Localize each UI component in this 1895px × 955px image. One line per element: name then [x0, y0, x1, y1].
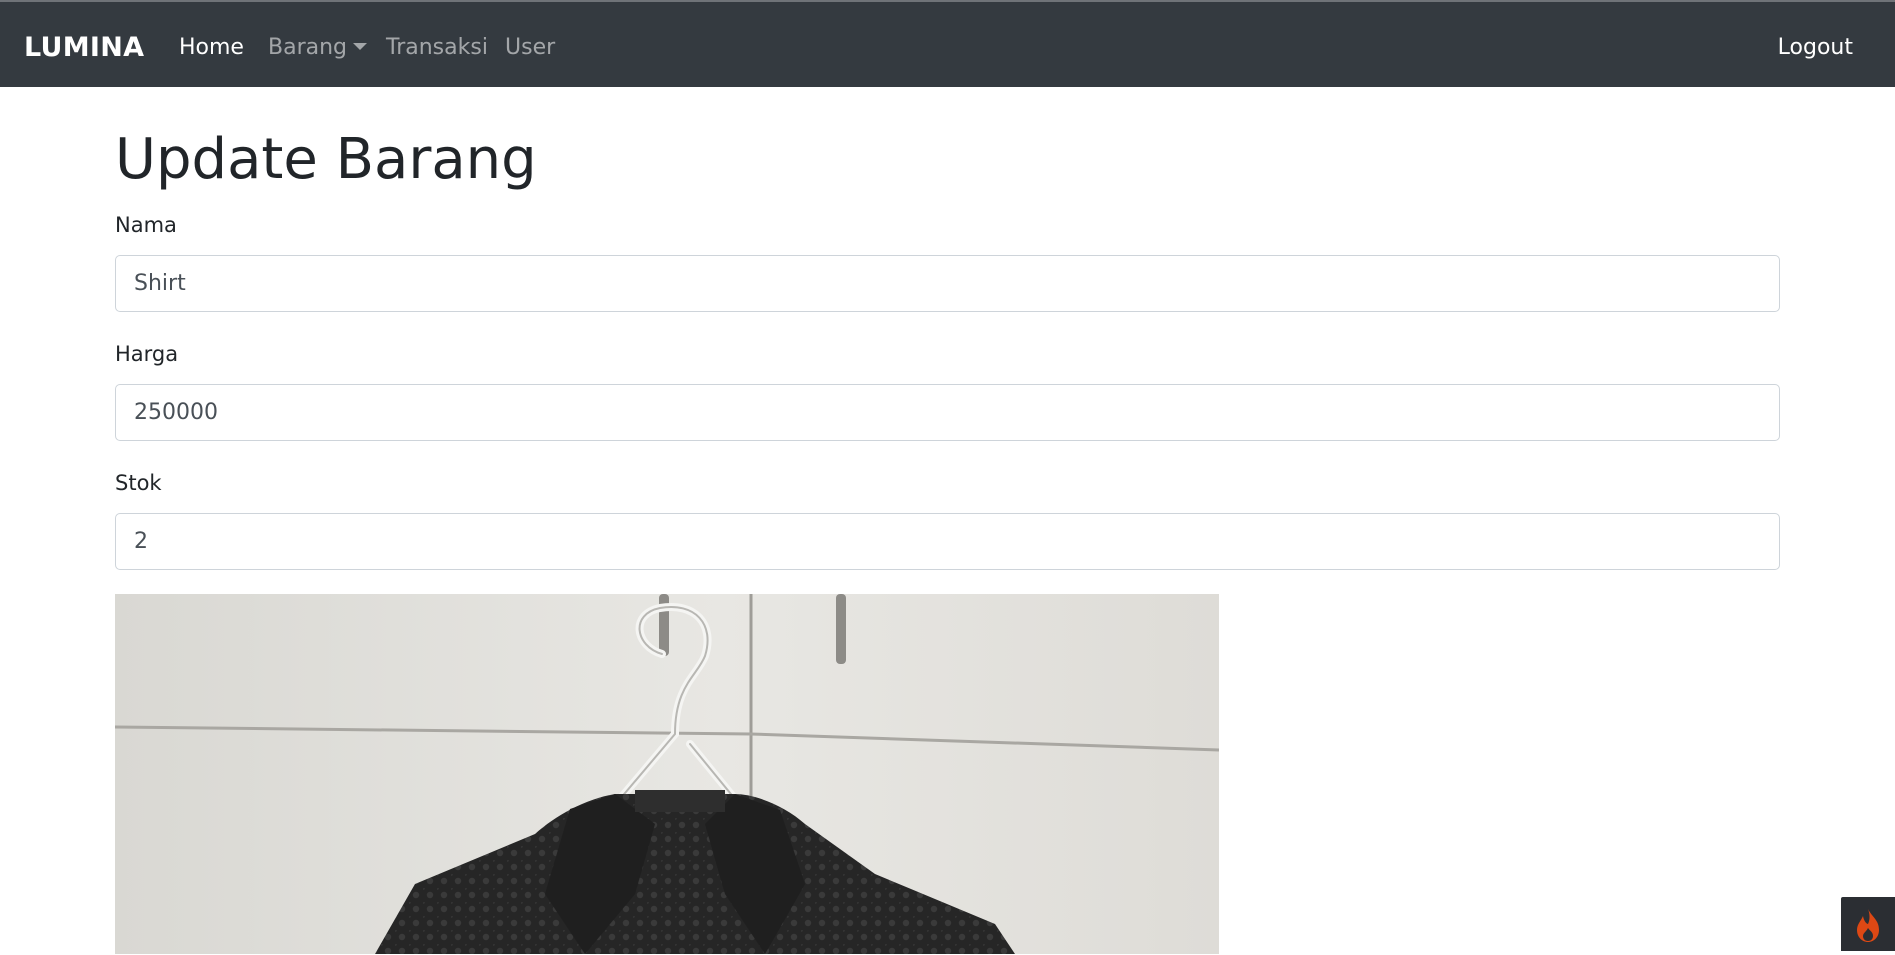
debug-toolbar-button[interactable]: [1841, 897, 1895, 951]
nav-item-transaksi[interactable]: Transaksi: [386, 35, 488, 60]
nav-item-barang-label: Barang: [268, 35, 348, 60]
product-image: [115, 594, 1219, 954]
nama-input[interactable]: Shirt: [115, 255, 1780, 312]
nav-item-user[interactable]: User: [505, 35, 555, 60]
flame-icon: [1857, 909, 1879, 942]
harga-input[interactable]: 250000: [115, 384, 1780, 441]
nav-item-barang[interactable]: Barang: [268, 35, 368, 60]
nama-label: Nama: [115, 213, 177, 237]
harga-label: Harga: [115, 342, 179, 366]
logout-link[interactable]: Logout: [1778, 35, 1853, 60]
brand-logo[interactable]: LUMINA: [24, 32, 144, 63]
nav-item-home[interactable]: Home: [179, 35, 244, 60]
stok-input[interactable]: 2: [115, 513, 1780, 570]
page-title: Update Barang: [115, 127, 537, 192]
shirt-on-hanger-photo: [115, 594, 1219, 954]
caret-down-icon: [353, 43, 368, 50]
navbar: LUMINA Home Barang Transaksi User Logout: [0, 0, 1895, 87]
stok-label: Stok: [115, 471, 162, 495]
